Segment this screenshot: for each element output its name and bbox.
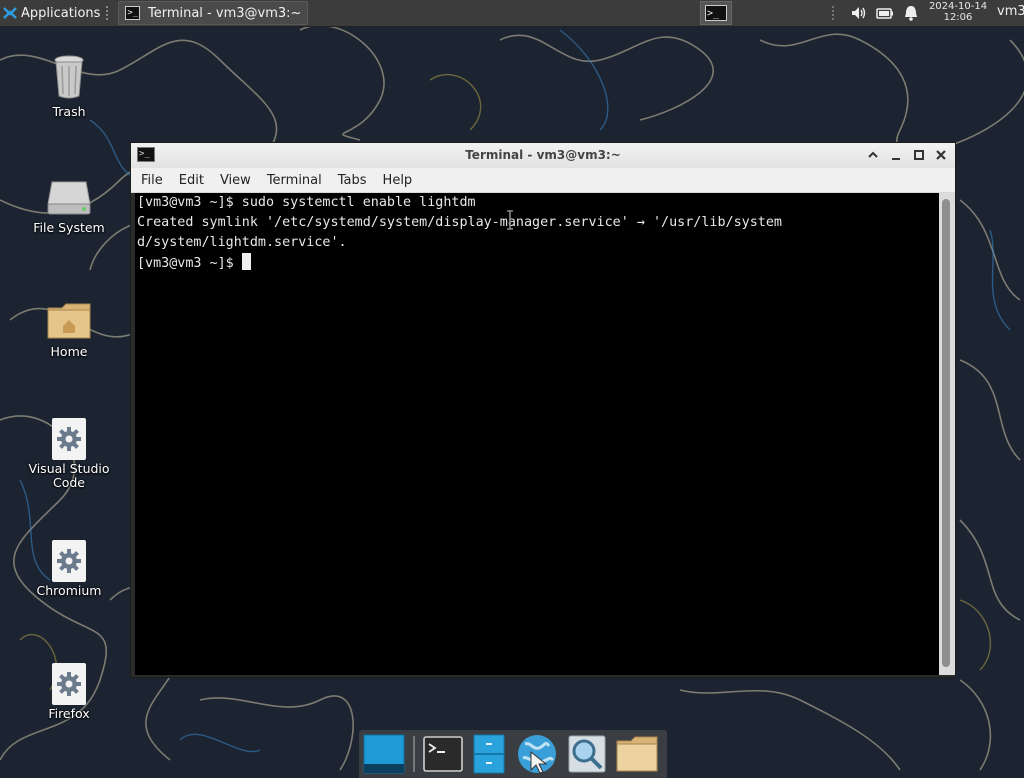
desktop-icon-home[interactable]: Home (24, 302, 114, 359)
clock[interactable]: 2024-10-14 12:06 (926, 0, 990, 26)
menu-terminal[interactable]: Terminal (261, 173, 328, 188)
home-folder-icon (47, 303, 91, 339)
terminal-icon (422, 736, 463, 772)
ibeam-cursor-icon (507, 210, 513, 230)
terminal-prompt: [vm3@vm3 ~]$ (137, 256, 242, 271)
drive-icon (47, 181, 91, 215)
clock-time: 12:06 (943, 12, 973, 23)
taskbar-terminal-button[interactable]: >_ Terminal - vm3@vm3:~ (118, 1, 309, 25)
terminal-line: [vm3@vm3 ~]$ sudo systemctl enable light… (137, 195, 476, 210)
terminal-line: d/system/lightdm.service'. (137, 235, 347, 250)
terminal-prompt-line: [vm3@vm3 ~]$ (137, 253, 939, 273)
terminal-scrollbar[interactable] (939, 193, 955, 675)
desktop-icon-firefox[interactable]: Firefox (24, 663, 114, 721)
menu-edit[interactable]: Edit (173, 173, 210, 188)
workspace-switcher[interactable]: >_ (700, 1, 732, 25)
notification-bell-icon[interactable] (902, 4, 920, 22)
window-title: Terminal - vm3@vm3:~ (465, 148, 621, 162)
taskbar-terminal-label: Terminal - vm3@vm3:~ (147, 5, 302, 21)
dock-folder[interactable] (615, 732, 659, 776)
file-manager-icon (473, 734, 505, 774)
gear-icon (52, 418, 86, 460)
dock-terminal[interactable] (422, 732, 463, 776)
volume-icon[interactable] (850, 4, 868, 22)
show-desktop-icon (363, 734, 405, 774)
desktop-icon-visual-studio-code[interactable]: Visual Studio Code (24, 418, 114, 490)
battery-icon[interactable] (876, 4, 894, 22)
desktop-icon-label: Visual Studio Code (28, 461, 110, 490)
menu-help[interactable]: Help (377, 173, 419, 188)
desktop-icon-label: File System (33, 220, 105, 235)
text-cursor (241, 253, 251, 270)
desktop-icon-file-system[interactable]: File System (24, 180, 114, 235)
folder-icon (616, 736, 658, 772)
scrollbar-thumb[interactable] (942, 199, 950, 667)
terminal-icon: >_ (125, 6, 140, 20)
panel-separator (106, 6, 114, 20)
gear-icon (52, 663, 86, 705)
desktop-icon-label: Chromium (36, 583, 102, 598)
tray-separator (832, 6, 838, 20)
dock-separator (413, 736, 415, 772)
desktop-icon-trash[interactable]: Trash (24, 54, 114, 119)
menu-file[interactable]: File (135, 173, 169, 188)
xfce-logo-icon (3, 7, 17, 19)
desktop-icon-label: Home (50, 344, 88, 359)
user-menu[interactable]: vm3 (997, 4, 1024, 19)
system-tray (832, 0, 924, 26)
dock-file-manager[interactable] (471, 732, 507, 776)
menu-view[interactable]: View (214, 173, 257, 188)
dock-web-browser[interactable] (515, 732, 559, 776)
applications-label: Applications (21, 5, 101, 21)
minimize-icon[interactable] (888, 147, 904, 163)
web-browser-icon (518, 735, 556, 774)
applications-menu[interactable]: Applications (0, 0, 104, 26)
desktop-icon-label: Trash (52, 104, 86, 119)
trash-icon (54, 55, 84, 99)
maximize-icon[interactable] (911, 147, 927, 163)
terminal-output[interactable]: [vm3@vm3 ~]$ sudo systemctl enable light… (135, 193, 939, 675)
terminal-window: >_ Terminal - vm3@vm3:~ File Edit View T… (130, 142, 956, 678)
gear-icon (52, 540, 86, 582)
terminal-line: Created symlink '/etc/systemd/system/dis… (137, 215, 782, 230)
desktop-icon-chromium[interactable]: Chromium (24, 540, 114, 598)
app-finder-icon (568, 735, 606, 773)
menu-tabs[interactable]: Tabs (332, 173, 373, 188)
close-icon[interactable] (933, 147, 949, 163)
dock (359, 730, 667, 778)
dock-show-desktop[interactable] (363, 732, 405, 776)
workspace-terminal-icon: >_ (705, 5, 727, 21)
desktop-icon-label: Firefox (48, 706, 90, 721)
clock-date: 2024-10-14 (928, 1, 988, 12)
chevron-up-icon[interactable] (865, 147, 881, 163)
dock-app-finder[interactable] (567, 732, 607, 776)
window-titlebar[interactable]: >_ Terminal - vm3@vm3:~ (131, 143, 955, 169)
menubar: File Edit View Terminal Tabs Help (131, 168, 955, 193)
